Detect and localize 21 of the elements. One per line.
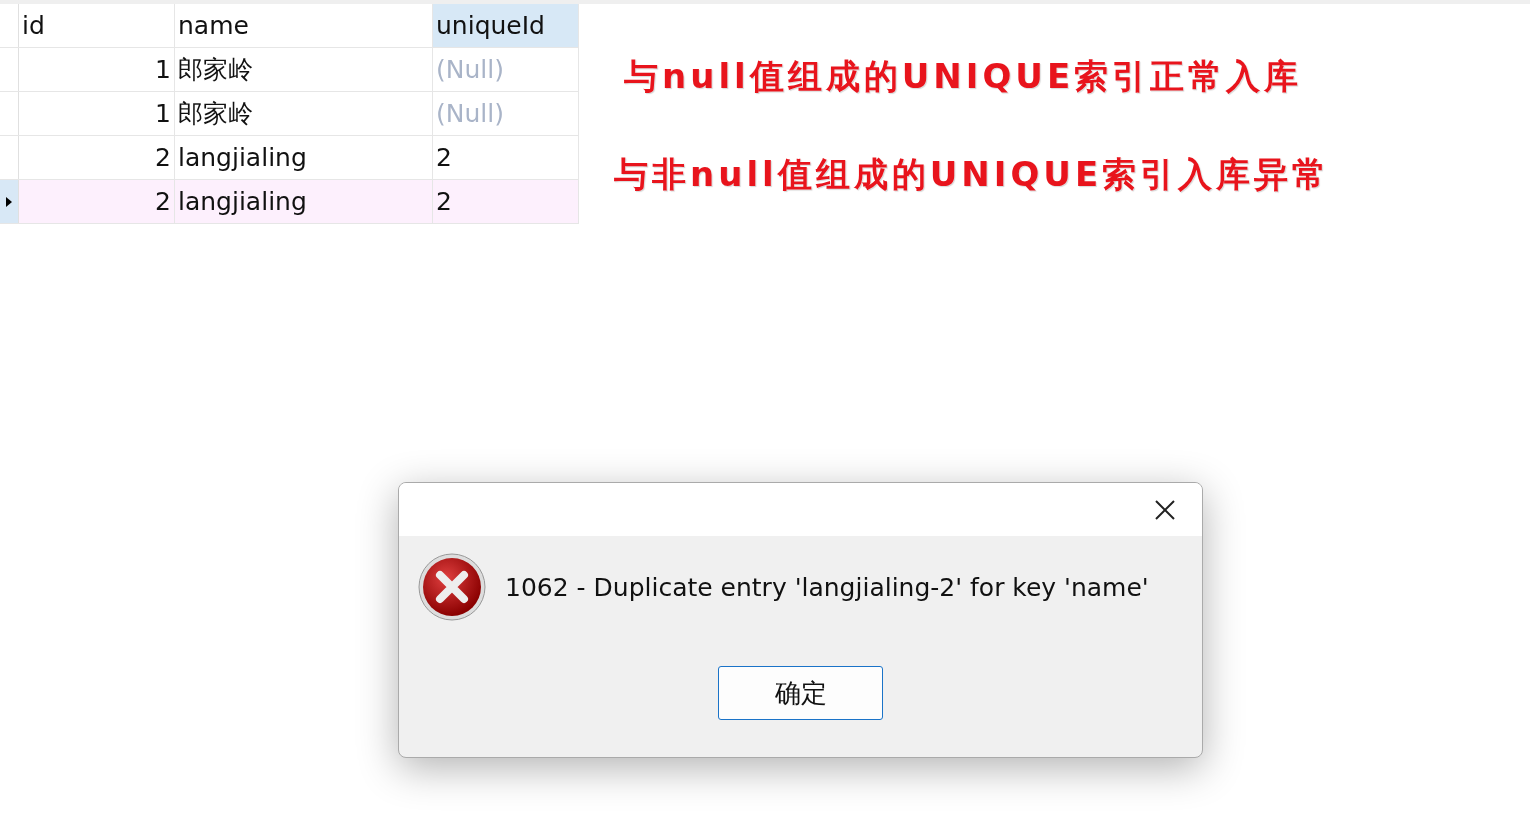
column-header[interactable]: id xyxy=(19,4,175,47)
annotation-text: 与非null值组成的UNIQUE索引入库异常 xyxy=(614,153,1332,196)
table-cell: 2 xyxy=(19,180,175,223)
table-cell: 2 xyxy=(19,136,175,179)
row-pointer-icon xyxy=(6,196,12,207)
table-cell: (Null) xyxy=(433,48,579,91)
column-header[interactable]: uniqueId xyxy=(433,4,579,47)
table-cell: (Null) xyxy=(433,92,579,135)
table-cell: 2 xyxy=(433,180,579,223)
table-cell: langjialing xyxy=(175,136,433,179)
table-cell: 1 xyxy=(19,48,175,91)
error-message: 1062 - Duplicate entry 'langjialing-2' for key 'name' xyxy=(505,572,1149,602)
table-cell: 2 xyxy=(433,136,579,179)
table-cell: 郎家岭 xyxy=(175,48,433,91)
table-cell: 1 xyxy=(19,92,175,135)
ok-button[interactable]: 确定 xyxy=(718,666,883,720)
close-icon[interactable] xyxy=(1155,499,1175,520)
table-cell: 郎家岭 xyxy=(175,92,433,135)
annotation-text: 与null值组成的UNIQUE索引正常入库 xyxy=(624,55,1304,98)
error-icon xyxy=(417,552,487,622)
table-cell: langjialing xyxy=(175,180,433,223)
